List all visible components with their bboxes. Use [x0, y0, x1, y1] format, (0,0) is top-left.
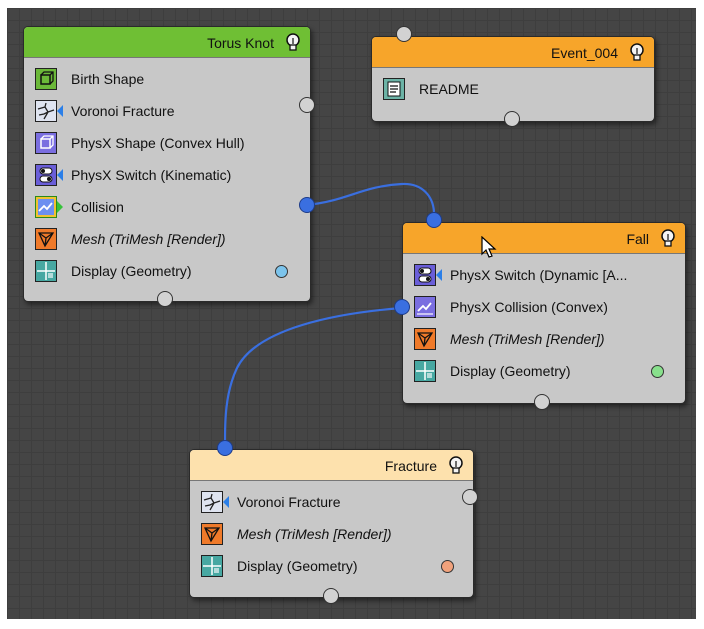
display-color-swatch[interactable]	[441, 560, 454, 573]
node-title: Fracture	[384, 458, 437, 474]
arrow-left-icon	[57, 105, 63, 117]
operator-birth-shape[interactable]: Birth Shape	[24, 63, 310, 95]
voronoi-fracture-icon	[201, 491, 223, 513]
wire-fall-to-fracture[interactable]	[223, 306, 403, 442]
arrow-right-icon	[57, 201, 63, 213]
operator-label: PhysX Switch (Dynamic [A...	[450, 267, 628, 283]
light-bulb-icon[interactable]	[660, 229, 676, 247]
operator-display[interactable]: Display (Geometry)	[190, 550, 473, 582]
operator-voronoi-fracture[interactable]: Voronoi Fracture	[190, 486, 473, 518]
node-title: Event_004	[551, 45, 618, 61]
operator-label: Birth Shape	[71, 71, 145, 87]
arrow-left-icon	[223, 496, 229, 508]
operator-label: Collision	[71, 199, 124, 215]
display-color-swatch[interactable]	[651, 365, 664, 378]
output-port[interactable]	[299, 97, 315, 113]
mesh-icon	[35, 228, 57, 250]
operator-display[interactable]: Display (Geometry)	[24, 255, 310, 287]
operator-physx-shape[interactable]: PhysX Shape (Convex Hull)	[24, 127, 310, 159]
operator-label: Voronoi Fracture	[237, 494, 341, 510]
readme-icon	[383, 78, 405, 100]
operator-label: Voronoi Fracture	[71, 103, 175, 119]
operator-readme[interactable]: README	[372, 73, 654, 105]
operator-label: PhysX Switch (Kinematic)	[71, 167, 232, 183]
light-bulb-icon[interactable]	[629, 43, 645, 61]
input-port-connected[interactable]	[426, 212, 442, 228]
output-port[interactable]	[504, 111, 520, 127]
output-port-connected[interactable]	[299, 197, 315, 213]
operator-label: PhysX Shape (Convex Hull)	[71, 135, 245, 151]
display-icon	[414, 360, 436, 382]
operator-mesh[interactable]: Mesh (TriMesh [Render])	[190, 518, 473, 550]
birth-shape-icon	[35, 68, 57, 90]
output-port[interactable]	[534, 394, 550, 410]
particle-view-canvas[interactable]: Torus Knot Birth Shape Voronoi Fracture	[7, 8, 696, 619]
node-header[interactable]: Torus Knot	[24, 27, 310, 58]
voronoi-fracture-icon	[35, 100, 57, 122]
operator-physx-switch[interactable]: PhysX Switch (Dynamic [A...	[403, 259, 685, 291]
collision-icon	[35, 196, 57, 218]
event-node-event-004[interactable]: Event_004 README	[371, 36, 655, 122]
physx-shape-icon	[35, 132, 57, 154]
light-bulb-icon[interactable]	[285, 33, 301, 51]
operator-label: README	[419, 81, 479, 97]
operator-label: PhysX Collision (Convex)	[450, 299, 608, 315]
node-title: Torus Knot	[207, 35, 274, 51]
operator-label: Display (Geometry)	[71, 263, 192, 279]
display-color-swatch[interactable]	[275, 265, 288, 278]
operator-label: Mesh (TriMesh [Render])	[71, 231, 226, 247]
mesh-icon	[414, 328, 436, 350]
event-node-fall[interactable]: Fall PhysX Switch (Dynamic [A... PhysX C…	[402, 222, 686, 404]
physx-switch-icon	[35, 164, 57, 186]
arrow-left-icon	[436, 269, 442, 281]
operator-label: Display (Geometry)	[237, 558, 358, 574]
input-port-connected[interactable]	[217, 440, 233, 456]
physx-collision-icon	[414, 296, 436, 318]
display-icon	[201, 555, 223, 577]
display-icon	[35, 260, 57, 282]
node-title: Fall	[626, 231, 649, 247]
operator-physx-collision[interactable]: PhysX Collision (Convex)	[403, 291, 685, 323]
event-node-fracture[interactable]: Fracture Voronoi Fracture Mesh (TriMesh …	[189, 449, 474, 598]
output-port[interactable]	[323, 588, 339, 604]
operator-collision[interactable]: Collision	[24, 191, 310, 223]
event-node-torus-knot[interactable]: Torus Knot Birth Shape Voronoi Fracture	[23, 26, 311, 302]
operator-mesh[interactable]: Mesh (TriMesh [Render])	[403, 323, 685, 355]
output-port[interactable]	[462, 489, 478, 505]
operator-voronoi-fracture[interactable]: Voronoi Fracture	[24, 95, 310, 127]
input-port-connected[interactable]	[394, 299, 410, 315]
node-header[interactable]: Fall	[403, 223, 685, 254]
operator-display[interactable]: Display (Geometry)	[403, 355, 685, 387]
light-bulb-icon[interactable]	[448, 456, 464, 474]
arrow-left-icon	[57, 169, 63, 181]
mouse-cursor-icon	[481, 236, 497, 258]
node-header[interactable]: Fracture	[190, 450, 473, 481]
physx-switch-icon	[414, 264, 436, 286]
operator-label: Mesh (TriMesh [Render])	[450, 331, 605, 347]
operator-physx-switch[interactable]: PhysX Switch (Kinematic)	[24, 159, 310, 191]
wire-collision-to-fall[interactable]	[306, 182, 436, 213]
input-port[interactable]	[396, 26, 412, 42]
operator-mesh[interactable]: Mesh (TriMesh [Render])	[24, 223, 310, 255]
input-port[interactable]	[157, 291, 173, 307]
operator-label: Display (Geometry)	[450, 363, 571, 379]
node-header[interactable]: Event_004	[372, 37, 654, 68]
mesh-icon	[201, 523, 223, 545]
operator-label: Mesh (TriMesh [Render])	[237, 526, 392, 542]
